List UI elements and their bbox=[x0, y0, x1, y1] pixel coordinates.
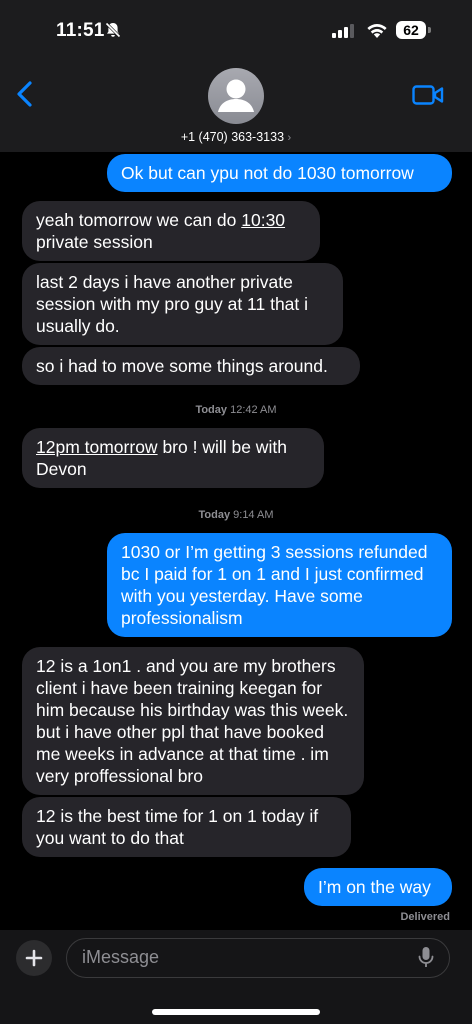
message-incoming[interactable]: yeah tomorrow we can do 10:30 private se… bbox=[22, 201, 320, 261]
message-text: private session bbox=[36, 232, 153, 252]
home-indicator[interactable] bbox=[152, 1009, 320, 1015]
time-link[interactable]: 12pm tomorrow bbox=[36, 437, 158, 457]
video-call-icon[interactable] bbox=[412, 84, 444, 111]
message-text: Devon bbox=[36, 459, 87, 479]
message-input-placeholder: iMessage bbox=[82, 947, 160, 967]
status-bar: 11:51 62 bbox=[0, 0, 472, 60]
contact-name[interactable]: +1 (470) 363-3133 › bbox=[0, 130, 472, 144]
timestamp-time: 9:14 AM bbox=[233, 509, 274, 521]
signal-icon bbox=[332, 24, 356, 43]
microphone-icon[interactable] bbox=[418, 946, 434, 975]
timestamp-day: Today bbox=[195, 404, 228, 416]
message-incoming[interactable]: 12 is a 1on1 . and you are my brothers c… bbox=[22, 647, 364, 795]
message-outgoing[interactable]: I’m on the way bbox=[304, 868, 452, 906]
avatar-person-icon[interactable] bbox=[208, 68, 264, 124]
message-text: 1030 or I’m getting 3 sessions refunded … bbox=[121, 542, 428, 628]
time-link[interactable]: 10:30 bbox=[241, 210, 285, 230]
timestamp-day: Today bbox=[198, 509, 231, 521]
battery-icon: 62 bbox=[396, 21, 426, 39]
message-text: 12 is the best time for 1 on 1 today if … bbox=[36, 806, 319, 848]
bell-slash-icon bbox=[104, 21, 122, 44]
back-chevron-icon[interactable] bbox=[14, 80, 36, 113]
message-text: so i had to move some things around. bbox=[36, 356, 328, 376]
message-text: Ok but can ypu not do 1030 tomorrow bbox=[121, 163, 414, 183]
timestamp-time: 12:42 AM bbox=[230, 404, 277, 416]
battery-nub bbox=[428, 27, 431, 33]
message-incoming[interactable]: so i had to move some things around. bbox=[22, 347, 360, 385]
message-incoming[interactable]: last 2 days i have another private sessi… bbox=[22, 263, 343, 345]
message-outgoing[interactable]: Ok but can ypu not do 1030 tomorrow bbox=[107, 154, 452, 192]
message-text: I’m on the way bbox=[318, 877, 431, 897]
contact-number: +1 (470) 363-3133 bbox=[180, 130, 285, 144]
timestamp: Today 12:42 AM bbox=[0, 404, 472, 416]
plus-icon[interactable] bbox=[16, 940, 52, 976]
message-text: last 2 days i have another private sessi… bbox=[36, 272, 309, 336]
message-incoming[interactable]: 12 is the best time for 1 on 1 today if … bbox=[22, 797, 351, 857]
message-outgoing[interactable]: 1030 or I’m getting 3 sessions refunded … bbox=[107, 533, 452, 637]
chevron-right-icon: › bbox=[287, 132, 292, 144]
timestamp: Today 9:14 AM bbox=[0, 509, 472, 521]
wifi-icon bbox=[366, 21, 388, 44]
message-incoming[interactable]: 12pm tomorrow bro ! will be with Devon bbox=[22, 428, 324, 488]
message-text: bro ! will be with bbox=[157, 437, 287, 457]
message-text: 12 is a 1on1 . and you are my brothers c… bbox=[36, 656, 349, 786]
delivered-status: Delivered bbox=[400, 911, 450, 923]
status-time: 11:51 bbox=[56, 20, 105, 41]
message-text: yeah tomorrow we can do bbox=[36, 210, 242, 230]
